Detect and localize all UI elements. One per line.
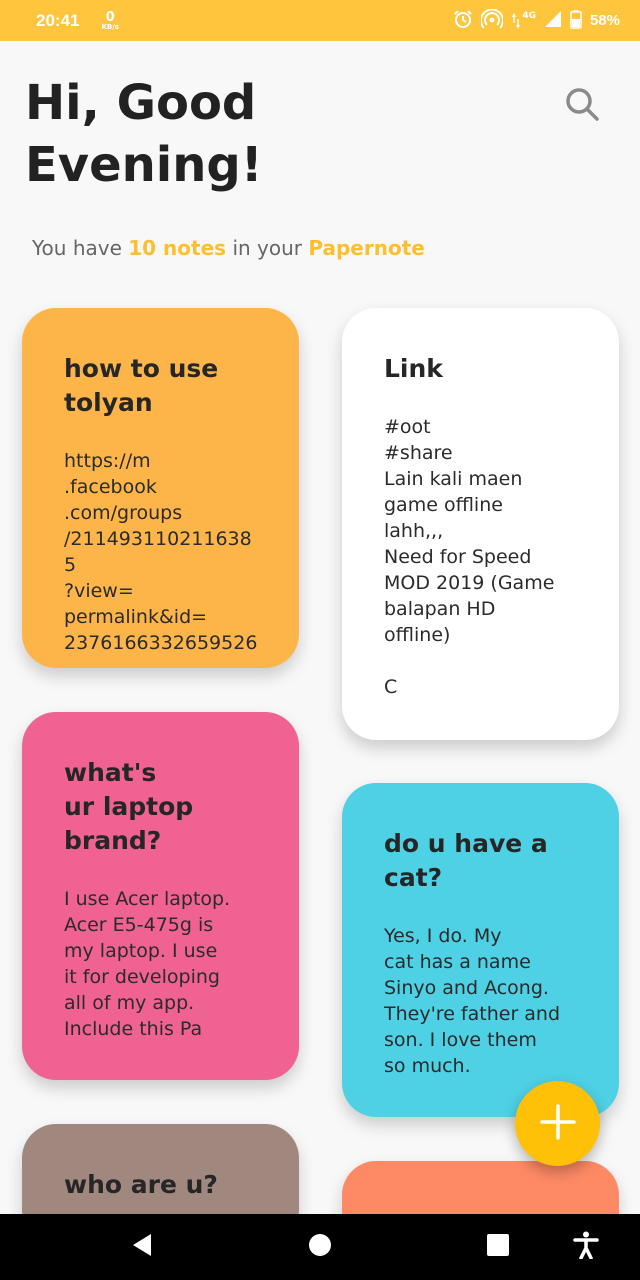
- app-name: Papernote: [308, 236, 425, 260]
- accessibility-icon: [573, 1231, 599, 1263]
- note-body: I use Acer laptop. Acer E5-475g is my la…: [64, 888, 231, 1040]
- battery-icon: [570, 9, 582, 33]
- greeting-line-1: Hi, Good: [25, 75, 257, 131]
- note-title: how to use tolyan: [64, 354, 219, 417]
- note-body: #oot #share Lain kali maen game offline …: [384, 416, 555, 698]
- alarm-icon: [453, 9, 473, 33]
- hotspot-icon: [480, 8, 505, 33]
- net-speed: 0 KB/s: [101, 11, 118, 31]
- greeting-line-2: Evening!: [25, 137, 263, 193]
- net-speed-unit: KB/s: [101, 22, 119, 31]
- status-icons: 4G 58%: [453, 8, 620, 33]
- note-card[interactable]: what's ur laptop brand? I use Acer lapto…: [22, 712, 299, 1080]
- notes-summary: You have 10 notes in your Papernote: [32, 236, 425, 260]
- note-title: do u have a cat?: [384, 829, 548, 892]
- back-icon: [130, 1232, 154, 1262]
- accessibility-button[interactable]: [556, 1214, 616, 1280]
- note-card[interactable]: do u have a cat? Yes, I do. My cat has a…: [342, 783, 619, 1117]
- home-icon: [308, 1233, 332, 1261]
- status-time: 20:41: [36, 10, 80, 30]
- data-arrows-icon: 4G: [511, 11, 536, 31]
- status-bar: 20:41 0 KB/s 4G 58%: [0, 0, 640, 41]
- add-note-button[interactable]: [515, 1081, 600, 1166]
- notes-count: 10 notes: [128, 236, 227, 260]
- navigation-bar: [0, 1214, 640, 1280]
- recents-icon: [486, 1233, 510, 1261]
- recents-button[interactable]: [468, 1214, 528, 1280]
- note-title: what's ur laptop brand?: [64, 758, 194, 855]
- plus-icon: [538, 1102, 578, 1146]
- note-card[interactable]: Link #oot #share Lain kali maen game off…: [342, 308, 619, 740]
- greeting-heading: Hi, Good Evening!: [25, 72, 505, 196]
- note-body: https://m .facebook .com/groups /2114931…: [64, 450, 258, 654]
- battery-percent: 58%: [589, 12, 620, 29]
- note-title: who are u?: [64, 1170, 218, 1199]
- net-speed-value: 0: [105, 9, 115, 25]
- summary-prefix: You have: [32, 236, 122, 260]
- summary-middle: in your: [232, 236, 302, 260]
- signal-icon: [544, 10, 562, 32]
- note-card[interactable]: how to use tolyan https://m .facebook .c…: [22, 308, 299, 668]
- home-button[interactable]: [290, 1214, 350, 1280]
- back-button[interactable]: [112, 1214, 172, 1280]
- search-button[interactable]: [560, 84, 604, 128]
- search-icon: [564, 86, 600, 126]
- note-title: Link: [384, 354, 443, 383]
- network-type: 4G: [522, 10, 536, 21]
- note-body: Yes, I do. My cat has a name Sinyo and A…: [384, 925, 561, 1077]
